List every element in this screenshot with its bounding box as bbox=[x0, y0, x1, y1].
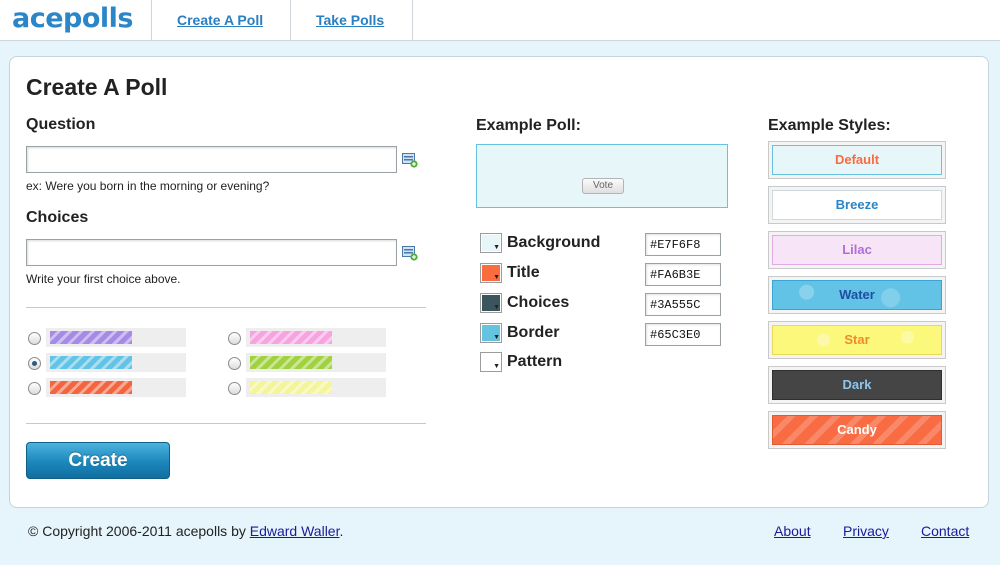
style-option-dark[interactable]: Dark bbox=[768, 366, 946, 404]
color-label: Pattern bbox=[507, 353, 563, 370]
dropdown-arrow-icon: ▼ bbox=[493, 244, 500, 251]
color-option-radio[interactable] bbox=[28, 357, 41, 370]
color-label: Border bbox=[507, 324, 560, 341]
choices-hint: Write your first choice above. bbox=[26, 272, 181, 286]
nav-divider bbox=[412, 0, 413, 40]
color-hex-input[interactable] bbox=[645, 323, 721, 346]
color-label: Title bbox=[507, 264, 540, 281]
color-option-swatch[interactable] bbox=[46, 353, 186, 372]
nav-take-polls[interactable]: Take Polls bbox=[316, 12, 384, 28]
style-option-label: Lilac bbox=[772, 235, 942, 265]
question-label: Question bbox=[26, 116, 96, 133]
divider bbox=[26, 423, 426, 424]
vote-button[interactable]: Vote bbox=[582, 178, 624, 194]
color-option-bar bbox=[250, 381, 332, 394]
nav-divider bbox=[151, 0, 152, 40]
example-styles-label: Example Styles: bbox=[768, 117, 891, 134]
color-option-radio[interactable] bbox=[228, 332, 241, 345]
style-option-star[interactable]: Star bbox=[768, 321, 946, 359]
color-picker[interactable]: ▼ bbox=[480, 323, 502, 343]
style-option-default[interactable]: Default bbox=[768, 141, 946, 179]
color-option-bar bbox=[50, 356, 132, 369]
color-option-swatch[interactable] bbox=[246, 378, 386, 397]
nav-divider bbox=[290, 0, 291, 40]
author-link[interactable]: Edward Waller bbox=[250, 523, 340, 539]
style-option-label: Candy bbox=[772, 415, 942, 445]
style-option-label: Breeze bbox=[772, 190, 942, 220]
color-label: Choices bbox=[507, 294, 570, 311]
color-option-swatch[interactable] bbox=[46, 328, 186, 347]
style-option-label: Water bbox=[772, 280, 942, 310]
choice-input[interactable] bbox=[26, 239, 397, 266]
color-option-radio[interactable] bbox=[228, 357, 241, 370]
top-nav: acepolls Create A Poll Take Polls bbox=[0, 0, 1000, 41]
question-input[interactable] bbox=[26, 146, 397, 173]
color-picker[interactable]: ▼ bbox=[480, 293, 502, 313]
copyright-text: © Copyright 2006-2011 acepolls by bbox=[28, 523, 250, 539]
dropdown-arrow-icon: ▼ bbox=[493, 274, 500, 281]
style-option-breeze[interactable]: Breeze bbox=[768, 186, 946, 224]
color-option-swatch[interactable] bbox=[246, 353, 386, 372]
color-picker[interactable]: ▼ bbox=[480, 233, 502, 253]
footer-about-link[interactable]: About bbox=[774, 523, 811, 539]
color-option-bar bbox=[50, 381, 132, 394]
style-option-label: Default bbox=[772, 145, 942, 175]
divider bbox=[26, 307, 426, 308]
add-field-icon[interactable] bbox=[402, 152, 418, 168]
color-hex-input[interactable] bbox=[645, 293, 721, 316]
logo[interactable]: acepolls bbox=[12, 3, 134, 34]
dropdown-arrow-icon: ▼ bbox=[493, 304, 500, 311]
style-option-candy[interactable]: Candy bbox=[768, 411, 946, 449]
create-button[interactable]: Create bbox=[26, 442, 170, 479]
page-title: Create A Poll bbox=[26, 74, 168, 100]
color-option-radio[interactable] bbox=[28, 332, 41, 345]
nav-create-poll[interactable]: Create A Poll bbox=[177, 12, 263, 28]
color-option-bar bbox=[250, 331, 332, 344]
color-picker[interactable]: ▼ bbox=[480, 263, 502, 283]
color-picker[interactable]: ▼ bbox=[480, 352, 502, 372]
footer-contact-link[interactable]: Contact bbox=[921, 523, 969, 539]
color-option-bar bbox=[50, 331, 132, 344]
footer-copyright: © Copyright 2006-2011 acepolls by Edward… bbox=[28, 523, 343, 539]
example-poll-preview: Vote bbox=[476, 144, 728, 208]
dropdown-arrow-icon: ▼ bbox=[493, 334, 500, 341]
footer-privacy-link[interactable]: Privacy bbox=[843, 523, 889, 539]
color-hex-input[interactable] bbox=[645, 233, 721, 256]
add-choice-icon[interactable] bbox=[402, 245, 418, 261]
color-option-radio[interactable] bbox=[28, 382, 41, 395]
color-label: Background bbox=[507, 234, 601, 251]
style-option-label: Star bbox=[772, 325, 942, 355]
copyright-period: . bbox=[339, 523, 344, 539]
style-option-water[interactable]: Water bbox=[768, 276, 946, 314]
example-poll-label: Example Poll: bbox=[476, 117, 581, 134]
color-option-swatch[interactable] bbox=[246, 328, 386, 347]
color-option-bar bbox=[250, 356, 332, 369]
color-option-swatch[interactable] bbox=[46, 378, 186, 397]
color-hex-input[interactable] bbox=[645, 263, 721, 286]
style-option-label: Dark bbox=[772, 370, 942, 400]
color-option-radio[interactable] bbox=[228, 382, 241, 395]
style-option-lilac[interactable]: Lilac bbox=[768, 231, 946, 269]
dropdown-arrow-icon: ▼ bbox=[493, 363, 500, 370]
question-hint: ex: Were you born in the morning or even… bbox=[26, 179, 270, 193]
choices-label: Choices bbox=[26, 209, 89, 226]
